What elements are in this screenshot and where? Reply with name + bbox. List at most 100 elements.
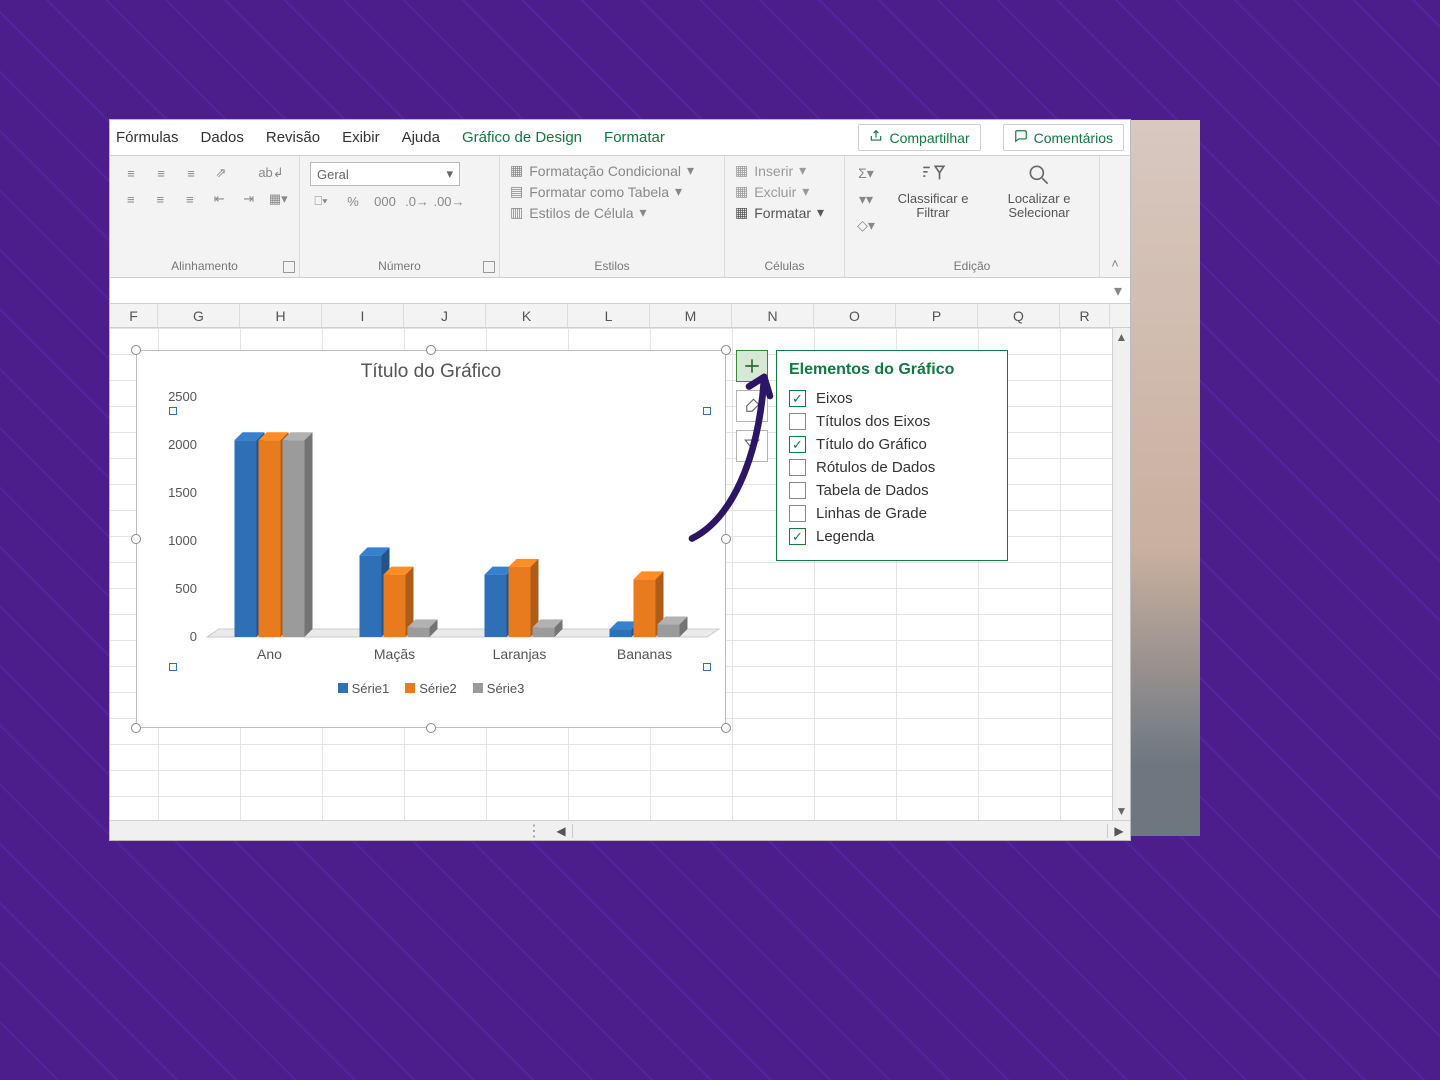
chart-styles-button[interactable] [736, 390, 768, 422]
chart-element-option[interactable]: ✓Títulos dos Eixos [789, 410, 995, 433]
resize-handle[interactable] [721, 534, 731, 544]
clear-icon[interactable]: ◇▾ [855, 214, 877, 236]
col-head[interactable]: G [158, 304, 240, 327]
align-left-icon[interactable]: ≡ [120, 188, 142, 210]
col-head[interactable]: N [732, 304, 814, 327]
find-select-button[interactable]: Localizar e Selecionar [989, 162, 1089, 221]
decrease-decimal-icon[interactable]: .00→ [438, 190, 460, 212]
chart-element-option[interactable]: ✓Rótulos de Dados [789, 456, 995, 479]
increase-indent-icon[interactable]: ⇥ [238, 188, 260, 210]
resize-handle[interactable] [131, 723, 141, 733]
resize-handle[interactable] [721, 723, 731, 733]
vertical-scrollbar[interactable]: ▲ ▼ [1112, 328, 1130, 820]
tab-format[interactable]: Formatar [604, 129, 665, 146]
align-center-icon[interactable]: ≡ [150, 188, 172, 210]
wrap-text-icon[interactable]: ab↲ [260, 162, 282, 184]
horizontal-scrollbar[interactable]: ⋮ ◀ ▶ [110, 820, 1130, 840]
plot-handle[interactable] [169, 407, 177, 415]
resize-handle[interactable] [426, 723, 436, 733]
tab-exibir[interactable]: Exibir [342, 129, 380, 146]
percent-format-icon[interactable]: % [342, 190, 364, 212]
sort-filter-button[interactable]: Classificar e Filtrar [891, 162, 975, 221]
chart-filter-button[interactable] [736, 430, 768, 462]
alignment-dialog-launcher[interactable] [283, 261, 295, 273]
number-dialog-launcher[interactable] [483, 261, 495, 273]
delete-cells-button[interactable]: ▦ Excluir▾ [735, 183, 834, 200]
plus-icon [742, 356, 762, 376]
resize-handle[interactable] [721, 345, 731, 355]
chart-title[interactable]: Título do Gráfico [137, 351, 725, 387]
hscroll-track[interactable] [572, 824, 1108, 838]
sheet-tab-area[interactable]: ⋮ [110, 821, 550, 841]
insert-cells-button[interactable]: ▦ Inserir▾ [735, 162, 834, 179]
accounting-format-icon[interactable]: ⎕▾ [310, 190, 332, 212]
scroll-right-icon[interactable]: ▶ [1108, 824, 1130, 838]
chart-element-option[interactable]: ✓Legenda [789, 525, 995, 548]
cell-styles-button[interactable]: ▥ Estilos de Célula▾ [510, 204, 714, 221]
format-cells-button[interactable]: ▦ Formatar▾ [735, 204, 834, 221]
col-head[interactable]: K [486, 304, 568, 327]
tab-revisao[interactable]: Revisão [266, 129, 320, 146]
col-head[interactable]: R [1060, 304, 1110, 327]
scroll-up-icon[interactable]: ▲ [1114, 328, 1130, 346]
resize-handle[interactable] [426, 345, 436, 355]
formula-bar[interactable]: ▾ [110, 278, 1130, 304]
align-middle-icon[interactable]: ≡ [150, 162, 172, 184]
scroll-down-icon[interactable]: ▼ [1114, 802, 1130, 820]
orientation-icon[interactable]: ⇗ [210, 162, 232, 184]
checkbox-icon[interactable]: ✓ [789, 528, 806, 545]
align-right-icon[interactable]: ≡ [179, 188, 201, 210]
plot-handle[interactable] [703, 407, 711, 415]
increase-decimal-icon[interactable]: .0→ [406, 190, 428, 212]
tab-ajuda[interactable]: Ajuda [402, 129, 440, 146]
worksheet-grid[interactable]: Título do Gráfico 05001000150020002500An… [110, 328, 1130, 820]
conditional-formatting-label: Formatação Condicional [529, 163, 681, 179]
tab-chart-design[interactable]: Gráfico de Design [462, 129, 582, 146]
decrease-indent-icon[interactable]: ⇤ [209, 188, 231, 210]
col-head[interactable]: F [110, 304, 158, 327]
plot-area-selection[interactable] [173, 411, 707, 667]
align-bottom-icon[interactable]: ≡ [180, 162, 202, 184]
collapse-ribbon-button[interactable]: ˄ [1100, 156, 1130, 277]
col-head[interactable]: J [404, 304, 486, 327]
checkbox-icon[interactable]: ✓ [789, 436, 806, 453]
col-head[interactable]: O [814, 304, 896, 327]
checkbox-icon[interactable]: ✓ [789, 505, 806, 522]
checkbox-icon[interactable]: ✓ [789, 482, 806, 499]
plot-handle[interactable] [703, 663, 711, 671]
thousand-sep-icon[interactable]: 000 [374, 190, 396, 212]
embedded-chart[interactable]: Título do Gráfico 05001000150020002500An… [136, 350, 726, 728]
chart-element-option[interactable]: ✓Eixos [789, 387, 995, 410]
plot-handle[interactable] [169, 663, 177, 671]
fx-expand-icon[interactable]: ▾ [1114, 281, 1122, 301]
group-label-edit: Edição [845, 259, 1099, 273]
tab-formulas[interactable]: Fórmulas [116, 129, 179, 146]
col-head[interactable]: Q [978, 304, 1060, 327]
chart-legend[interactable]: Série1 Série2 Série3 [137, 677, 725, 704]
col-head[interactable]: M [650, 304, 732, 327]
autosum-icon[interactable]: Σ▾ [855, 162, 877, 184]
checkbox-icon[interactable]: ✓ [789, 413, 806, 430]
comments-button[interactable]: Comentários [1003, 124, 1124, 151]
chart-element-option[interactable]: ✓Linhas de Grade [789, 502, 995, 525]
conditional-formatting-button[interactable]: ▦ Formatação Condicional▾ [510, 162, 714, 179]
checkbox-icon[interactable]: ✓ [789, 390, 806, 407]
col-head[interactable]: H [240, 304, 322, 327]
col-head[interactable]: P [896, 304, 978, 327]
resize-handle[interactable] [131, 345, 141, 355]
fill-icon[interactable]: ▾▾ [855, 188, 877, 210]
tab-dados[interactable]: Dados [201, 129, 244, 146]
chart-element-option[interactable]: ✓Título do Gráfico [789, 433, 995, 456]
scroll-left-icon[interactable]: ◀ [550, 824, 572, 838]
chart-elements-button[interactable] [736, 350, 768, 382]
align-top-icon[interactable]: ≡ [120, 162, 142, 184]
checkbox-icon[interactable]: ✓ [789, 459, 806, 476]
resize-handle[interactable] [131, 534, 141, 544]
share-button[interactable]: Compartilhar [858, 124, 980, 151]
chart-element-option[interactable]: ✓Tabela de Dados [789, 479, 995, 502]
col-head[interactable]: L [568, 304, 650, 327]
merge-cells-icon[interactable]: ▦▾ [268, 188, 290, 210]
format-as-table-button[interactable]: ▤ Formatar como Tabela▾ [510, 183, 714, 200]
col-head[interactable]: I [322, 304, 404, 327]
number-format-combo[interactable]: Geral ▾ [310, 162, 460, 186]
